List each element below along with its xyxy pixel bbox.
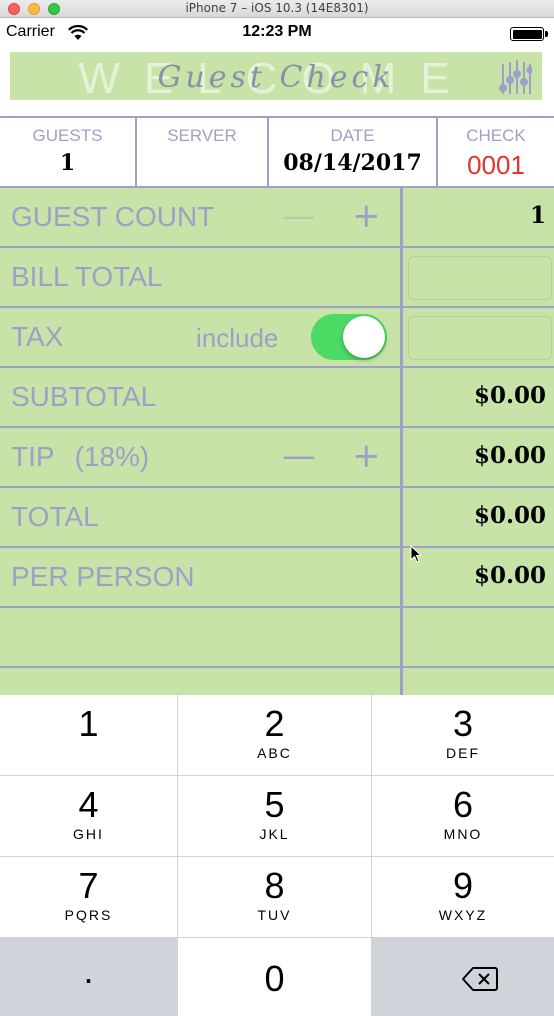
guests-value: 1 bbox=[59, 150, 76, 176]
empty-row bbox=[0, 608, 554, 668]
date-label: DATE bbox=[330, 126, 375, 145]
sliders-icon[interactable] bbox=[498, 58, 532, 96]
key-decimal[interactable]: . bbox=[0, 938, 177, 1016]
tax-include-toggle[interactable] bbox=[311, 314, 387, 360]
server-cell[interactable]: SERVER bbox=[137, 118, 267, 186]
tax-input[interactable] bbox=[408, 316, 552, 360]
total-row: TOTAL $0.00 bbox=[0, 488, 554, 548]
check-cell: CHECK 0001 bbox=[438, 118, 554, 186]
total-label: TOTAL bbox=[11, 501, 99, 532]
per-person-label: PER PERSON bbox=[11, 561, 195, 592]
bill-total-label: BILL TOTAL bbox=[11, 261, 163, 292]
key-1[interactable]: 1 bbox=[0, 695, 177, 775]
simulator-title-bar: iPhone 7 – iOS 10.3 (14E8301) bbox=[0, 0, 554, 18]
tax-include-label: include bbox=[196, 323, 279, 353]
key-6[interactable]: 6 MNO bbox=[372, 776, 554, 856]
per-person-value: $0.00 bbox=[473, 562, 546, 589]
bill-total-row: BILL TOTAL bbox=[0, 248, 554, 308]
date-cell[interactable]: DATE 08/14/2017 bbox=[269, 118, 436, 186]
key-4[interactable]: 4 GHI bbox=[0, 776, 177, 856]
date-value[interactable]: 08/14/2017 bbox=[269, 150, 436, 176]
check-label: CHECK bbox=[466, 126, 526, 145]
calculation-table: GUEST COUNT — + 1 BILL TOTAL TAX include… bbox=[0, 188, 554, 695]
tip-row: TIP (18%) — + $0.00 bbox=[0, 428, 554, 488]
numeric-keypad: 1 2 ABC 3 DEF 4 GHI 5 JKL 6 MNO 7 PQRS 8… bbox=[0, 695, 554, 1016]
guests-cell: GUESTS 1 bbox=[0, 118, 135, 186]
status-time: 12:23 PM bbox=[242, 23, 312, 40]
key-2[interactable]: 2 ABC bbox=[178, 695, 371, 775]
server-label: SERVER bbox=[167, 126, 237, 145]
key-0[interactable]: 0 bbox=[178, 938, 371, 1016]
subtotal-value: $0.00 bbox=[473, 382, 546, 409]
per-person-row: PER PERSON $0.00 bbox=[0, 548, 554, 608]
mouse-pointer-icon bbox=[410, 545, 422, 563]
subtotal-row: SUBTOTAL $0.00 bbox=[0, 368, 554, 428]
backspace-icon bbox=[462, 967, 498, 991]
tip-percent: (18%) bbox=[74, 441, 150, 472]
tip-increment-button[interactable]: + bbox=[352, 437, 381, 475]
key-9[interactable]: 9 WXYZ bbox=[372, 857, 554, 937]
total-value: $0.00 bbox=[473, 502, 546, 529]
column-divider bbox=[400, 188, 403, 695]
key-delete[interactable] bbox=[372, 938, 554, 1016]
tax-label: TAX bbox=[11, 321, 64, 352]
key-8[interactable]: 8 TUV bbox=[178, 857, 371, 937]
subtotal-label: SUBTOTAL bbox=[11, 381, 157, 412]
tip-value: $0.00 bbox=[473, 442, 546, 469]
guest-count-label: GUEST COUNT bbox=[11, 201, 215, 232]
guest-count-row: GUEST COUNT — + 1 bbox=[0, 188, 554, 248]
tip-label-text: TIP bbox=[11, 441, 55, 472]
key-7[interactable]: 7 PQRS bbox=[0, 857, 177, 937]
tip-label: TIP (18%) bbox=[11, 441, 149, 473]
guest-count-value: 1 bbox=[529, 202, 546, 229]
guest-decrement-button[interactable]: — bbox=[282, 197, 316, 235]
key-5[interactable]: 5 JKL bbox=[178, 776, 371, 856]
status-bar: Carrier 12:23 PM bbox=[0, 19, 554, 47]
guest-increment-button[interactable]: + bbox=[352, 197, 381, 235]
app-logo: Guest Check bbox=[157, 60, 395, 95]
check-number: 0001 bbox=[467, 150, 525, 180]
battery-icon bbox=[510, 27, 548, 41]
banner: WELCOME Guest Check bbox=[10, 52, 542, 100]
bill-total-input[interactable] bbox=[408, 256, 552, 300]
check-header: GUESTS 1 SERVER DATE 08/14/2017 CHECK 00… bbox=[0, 116, 554, 188]
tip-decrement-button[interactable]: — bbox=[282, 437, 316, 475]
tax-row: TAX include bbox=[0, 308, 554, 368]
window-title: iPhone 7 – iOS 10.3 (14E8301) bbox=[185, 1, 369, 15]
key-3[interactable]: 3 DEF bbox=[372, 695, 554, 775]
guests-label: GUESTS bbox=[32, 126, 103, 145]
